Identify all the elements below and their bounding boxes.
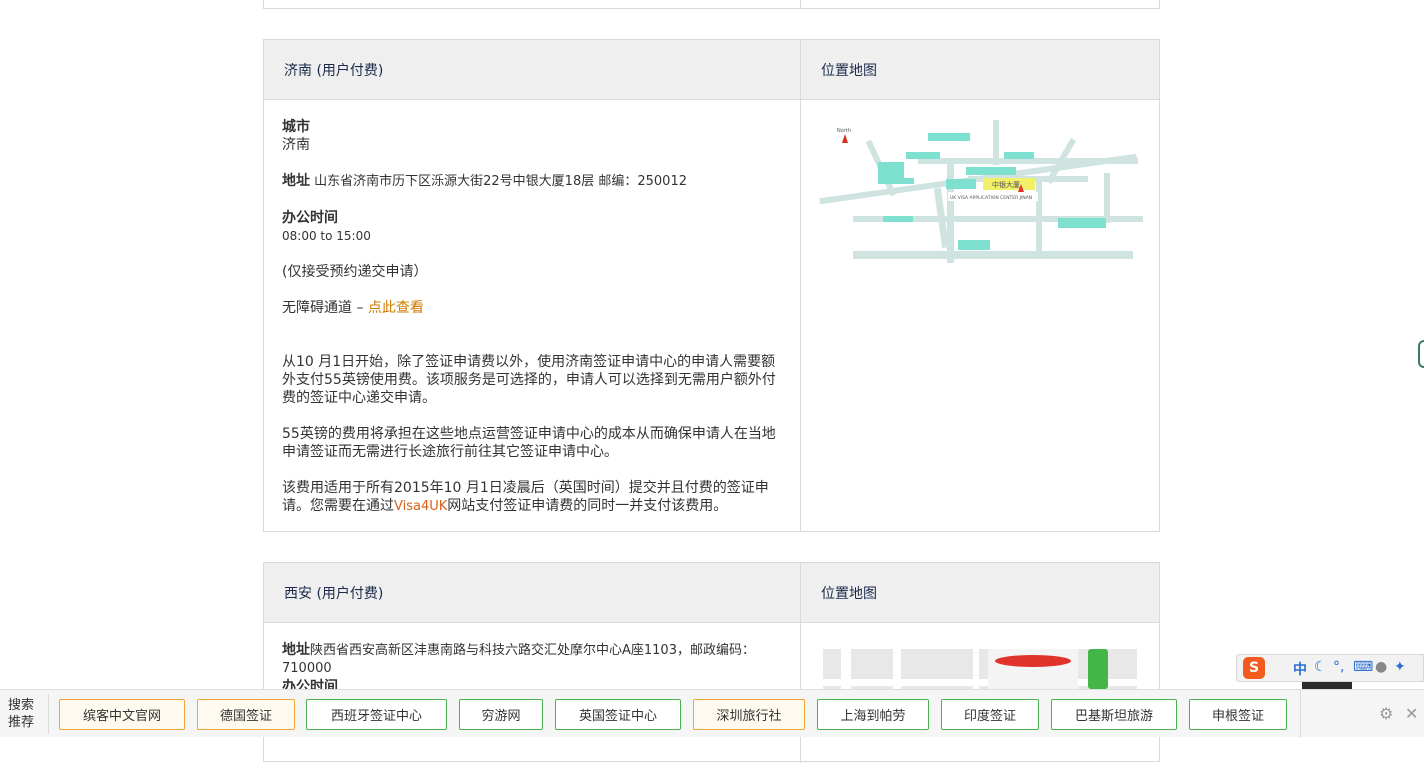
jinan-location-map: 中银大厦 UK VISA APPLICATION CENTER JINAN No… <box>819 120 1143 263</box>
chip-qyer[interactable]: 穷游网 <box>459 699 543 730</box>
jinan-header-row: 济南 (用户付费) 位置地图 <box>264 40 1159 100</box>
hours-label: 办公时间 <box>282 210 338 226</box>
chip-shenzhen-travel[interactable]: 深圳旅行社 <box>693 699 805 730</box>
keyboard-icon[interactable]: ⌨ <box>1353 659 1373 675</box>
map-buildings <box>878 133 1106 250</box>
city-label: 城市 <box>282 119 310 135</box>
map-vac-label: UK VISA APPLICATION CENTER JINAN <box>950 195 1032 201</box>
accessible-line: 无障碍通道 – 点此查看 <box>282 299 782 317</box>
north-arrow-icon <box>842 134 848 143</box>
hours-value: 08:00 to 15:00 <box>282 229 371 243</box>
ime-mode-toggle[interactable]: 中 <box>1293 659 1307 679</box>
xian-address-line: 地址陕西省西安高新区沣惠南路与科技六路交汇处摩尔中心A座1103，邮政编码：71… <box>282 641 782 678</box>
search-recommend-label: 搜索 推荐 <box>8 697 42 731</box>
close-icon[interactable]: ✕ <box>1405 704 1418 723</box>
prev-table-bottom <box>263 0 1160 9</box>
search-label-line2: 推荐 <box>8 715 35 730</box>
appointment-note: (仅接受预约递交申请） <box>282 264 428 280</box>
jinan-map-cell: 中银大厦 UK VISA APPLICATION CENTER JINAN No… <box>801 100 1159 532</box>
wrench-icon[interactable]: ✦ <box>1394 659 1406 675</box>
accessible-link[interactable]: 点此查看 <box>368 300 424 316</box>
bar-right-divider <box>1300 690 1301 738</box>
jinan-table: 济南 (用户付费) 位置地图 城市 济南 地址 山东省济南市历下区泺源大街22号… <box>263 39 1160 532</box>
xian-address-value: 陕西省西安高新区沣惠南路与科技六路交汇处摩尔中心A座1103，邮政编码：7100… <box>282 643 755 676</box>
chip-spain-visa[interactable]: 西班牙签证中心 <box>306 699 447 730</box>
fee-paragraph-3: 该费用适用于所有2015年10 月1日凌晨后（英国时间）提交并且付费的签证申请。… <box>282 479 782 516</box>
search-recommend-bar: 搜索 推荐 缤客中文官网 德国签证 西班牙签证中心 穷游网 英国签证中心 深圳旅… <box>0 689 1424 738</box>
ime-toolbar[interactable]: S 中 ☾ °, ⌨ ● ✦ <box>1236 654 1424 682</box>
address-value: 山东省济南市历下区泺源大街22号中银大厦18层 邮编：250012 <box>314 174 687 189</box>
ime-dark-tab <box>1302 682 1352 689</box>
jinan-map-header: 位置地图 <box>821 62 877 79</box>
chip-germany-visa[interactable]: 德国签证 <box>197 699 295 730</box>
xian-address-label: 地址 <box>282 642 310 658</box>
sogou-logo-icon[interactable]: S <box>1243 657 1265 679</box>
fee-paragraph-1: 从10 月1日开始，除了签证申请费以外，使用济南签证申请中心的申请人需要额外支付… <box>282 354 776 406</box>
chip-uk-visa-center[interactable]: 英国签证中心 <box>555 699 681 730</box>
xian-header-row: 西安 (用户付费) 位置地图 <box>264 563 1159 623</box>
side-widget-icon[interactable] <box>1418 340 1424 368</box>
fee-paragraph-3-b: 网站支付签证申请费的同时一并支付该费用。 <box>447 498 728 514</box>
address-line: 地址 山东省济南市历下区泺源大街22号中银大厦18层 邮编：250012 <box>282 172 782 191</box>
chip-schengen-visa[interactable]: 申根签证 <box>1189 699 1287 730</box>
jinan-details: 城市 济南 地址 山东省济南市历下区泺源大街22号中银大厦18层 邮编：2500… <box>264 100 801 532</box>
gear-icon[interactable]: ⚙ <box>1379 704 1393 723</box>
address-label: 地址 <box>282 173 310 189</box>
chip-shanghai-palau[interactable]: 上海到帕劳 <box>817 699 929 730</box>
search-label-line1: 搜索 <box>8 698 35 713</box>
xian-header-title: 西安 (用户付费) <box>264 563 801 622</box>
visa4uk-link[interactable]: Visa4UK <box>394 499 447 514</box>
jinan-header-title: 济南 (用户付费) <box>264 40 801 99</box>
accessible-prefix: 无障碍通道 – <box>282 300 368 316</box>
chip-booking[interactable]: 缤客中文官网 <box>59 699 185 730</box>
north-label: North <box>837 128 851 134</box>
moon-icon[interactable]: ☾ <box>1314 659 1327 675</box>
user-icon[interactable]: ● <box>1375 659 1387 675</box>
chip-india-visa[interactable]: 印度签证 <box>941 699 1039 730</box>
bar-divider <box>48 694 49 734</box>
chip-pakistan-travel[interactable]: 巴基斯坦旅游 <box>1051 699 1177 730</box>
map-target-label: 中银大厦 <box>992 180 1020 189</box>
xian-map-header: 位置地图 <box>821 585 877 602</box>
punctuation-icon[interactable]: °, <box>1333 659 1344 675</box>
city-value: 济南 <box>282 137 310 153</box>
fee-paragraph-2: 55英镑的费用将承担在这些地点运营签证申请中心的成本从而确保申请人在当地申请签证… <box>282 426 776 460</box>
xian-map-marker <box>995 655 1071 667</box>
